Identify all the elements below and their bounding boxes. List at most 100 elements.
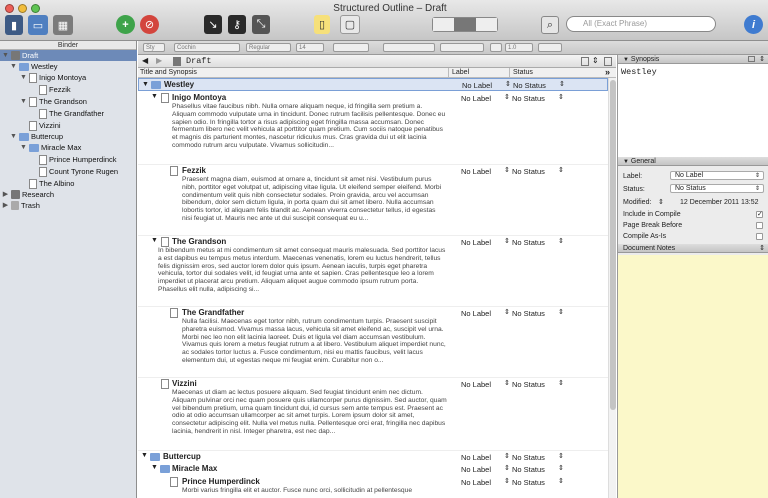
disclosure-triangle-icon[interactable]: ▼ bbox=[20, 72, 27, 83]
row-label-value[interactable]: No Label bbox=[461, 94, 491, 103]
document-notes-header[interactable]: Document Notes ⇕ bbox=[618, 244, 768, 253]
row-synopsis[interactable]: In bibendum metus at mi condimentum sit … bbox=[158, 247, 447, 294]
bold-italic-underline-buttons[interactable] bbox=[333, 43, 369, 52]
disclosure-triangle-icon[interactable]: ▼ bbox=[151, 237, 158, 244]
status-stepper-icon[interactable]: ⇕ bbox=[558, 308, 564, 316]
disclosure-triangle-icon[interactable]: ▼ bbox=[151, 93, 158, 100]
binder-item-research[interactable]: ▶ Research bbox=[2, 189, 54, 200]
row-label-value[interactable]: No Label bbox=[461, 453, 491, 462]
line-spacing-select[interactable]: 1.0 bbox=[505, 43, 533, 52]
font-size-select[interactable]: 14 bbox=[296, 43, 324, 52]
label-select[interactable]: No Label ⇕ bbox=[670, 171, 764, 180]
include-in-compile-checkbox[interactable]: ✓ bbox=[756, 211, 763, 218]
row-synopsis[interactable]: Nulla facilisi. Maecenas eget tortor nib… bbox=[182, 318, 447, 365]
general-header[interactable]: ▼ General bbox=[618, 157, 768, 166]
disclosure-triangle-icon[interactable]: ▼ bbox=[142, 81, 149, 88]
text-color-select[interactable] bbox=[440, 43, 484, 52]
corkboard-view-icon[interactable] bbox=[454, 18, 476, 31]
binder-item-the-grandfather[interactable]: The Grandfather bbox=[39, 108, 104, 119]
outline-row-miracle-max[interactable]: ▼ Miracle Max No Label ⇕ No Status ⇕ bbox=[138, 463, 608, 475]
status-stepper-icon[interactable]: ⇕ bbox=[559, 80, 565, 88]
composition-icon[interactable]: ▦ bbox=[53, 15, 73, 35]
minimize-window-button[interactable] bbox=[18, 4, 27, 13]
binder-item-miracle-max[interactable]: ▼ Miracle Max bbox=[20, 142, 81, 153]
row-label-value[interactable]: No Label bbox=[461, 238, 491, 247]
outline-view-icon[interactable] bbox=[475, 18, 497, 31]
binder-item-buttercup[interactable]: ▼ Buttercup bbox=[10, 131, 63, 142]
status-stepper-icon[interactable]: ⇕ bbox=[558, 166, 564, 174]
binder-item-vizzini[interactable]: Vizzini bbox=[29, 120, 61, 131]
synopsis-text-area[interactable]: Westley bbox=[618, 64, 768, 160]
binder-item-inigo-montoya[interactable]: ▼ Inigo Montoya bbox=[20, 72, 86, 83]
label-stepper-icon[interactable]: ⇕ bbox=[504, 464, 510, 472]
history-arrows-icon[interactable]: ⇕ bbox=[592, 56, 599, 65]
row-status-value[interactable]: No Status bbox=[512, 238, 545, 247]
row-synopsis[interactable]: Praesent magna diam, euismod at ornare a… bbox=[182, 176, 447, 223]
disclosure-triangle-icon[interactable]: ▼ bbox=[10, 131, 17, 142]
binder-toggle-icon[interactable]: ▮ bbox=[5, 15, 23, 35]
scrollbar-thumb[interactable] bbox=[610, 80, 616, 410]
binder-item-westley[interactable]: ▼ Westley bbox=[10, 61, 58, 72]
quick-reference-icon[interactable]: ↘ bbox=[204, 15, 222, 34]
row-label-value[interactable]: No Label bbox=[462, 81, 492, 90]
page-break-before-checkbox[interactable] bbox=[756, 222, 763, 229]
notes-icon[interactable]: ▯ bbox=[314, 15, 330, 34]
disclosure-triangle-icon[interactable]: ▼ bbox=[20, 142, 27, 153]
alignment-buttons[interactable] bbox=[383, 43, 435, 52]
delete-item-icon[interactable]: ⊘ bbox=[140, 15, 159, 34]
outline-row-the-grandfather[interactable]: The Grandfather Nulla facilisi. Maecenas… bbox=[138, 306, 608, 376]
inspector-icon[interactable]: i bbox=[744, 15, 763, 34]
row-label-value[interactable]: No Label bbox=[461, 465, 491, 474]
row-title[interactable]: Buttercup bbox=[163, 452, 201, 461]
status-stepper-icon[interactable]: ⇕ bbox=[558, 452, 564, 460]
row-label-value[interactable]: No Label bbox=[461, 167, 491, 176]
row-synopsis[interactable]: Maecenas ut diam ac lectus posuere aliqu… bbox=[172, 389, 447, 436]
outline-row-westley[interactable]: ▼ Westley No Label ⇕ No Status ⇕ bbox=[138, 78, 608, 91]
row-title[interactable]: The Grandson bbox=[172, 237, 226, 246]
list-select[interactable] bbox=[538, 43, 562, 52]
binder-item-the-albino[interactable]: The Albino bbox=[29, 178, 74, 189]
row-status-value[interactable]: No Status bbox=[512, 380, 545, 389]
style-select[interactable]: Sty bbox=[143, 43, 165, 52]
row-status-value[interactable]: No Status bbox=[512, 309, 545, 318]
status-stepper-icon[interactable]: ⇕ bbox=[558, 93, 564, 101]
row-status-value[interactable]: No Status bbox=[512, 478, 545, 487]
label-stepper-icon[interactable]: ⇕ bbox=[504, 452, 510, 460]
row-title[interactable]: The Grandfather bbox=[182, 308, 244, 317]
label-stepper-icon[interactable]: ⇕ bbox=[504, 477, 510, 485]
status-stepper-icon[interactable]: ⇕ bbox=[558, 477, 564, 485]
disclosure-triangle-icon[interactable]: ▶ bbox=[2, 189, 9, 200]
label-stepper-icon[interactable]: ⇕ bbox=[504, 379, 510, 387]
modified-date-toggle-icon[interactable]: ⇕ bbox=[658, 198, 664, 206]
disclosure-triangle-icon[interactable]: ▼ bbox=[10, 61, 17, 72]
column-header-label[interactable]: Label bbox=[448, 68, 469, 78]
synopsis-title[interactable]: Westley bbox=[621, 67, 657, 77]
binder-item-prince-humperdinck[interactable]: Prince Humperdinck bbox=[39, 154, 117, 165]
auto-generate-synopsis-icon[interactable]: ⇕ bbox=[759, 55, 765, 64]
status-select[interactable]: No Status ⇕ bbox=[670, 184, 764, 193]
disclosure-triangle-icon[interactable]: ▼ bbox=[623, 57, 629, 63]
row-label-value[interactable]: No Label bbox=[461, 309, 491, 318]
document-notes-area[interactable] bbox=[618, 255, 768, 498]
row-synopsis[interactable]: Phasellus vitae faucibus nibh. Nulla orn… bbox=[172, 103, 447, 150]
status-stepper-icon[interactable]: ⇕ bbox=[558, 237, 564, 245]
column-header-status[interactable]: Status bbox=[509, 68, 533, 78]
label-stepper-icon[interactable]: ⇕ bbox=[504, 237, 510, 245]
keywords-icon[interactable]: ⚷ bbox=[228, 15, 246, 34]
row-label-value[interactable]: No Label bbox=[461, 380, 491, 389]
disclosure-triangle-icon[interactable]: ▼ bbox=[151, 464, 158, 471]
outline-row-the-grandson[interactable]: ▼ The Grandson In bibendum metus at mi c… bbox=[138, 235, 608, 305]
row-status-value[interactable]: No Status bbox=[512, 94, 545, 103]
binder-item-draft[interactable]: ▼ Draft bbox=[0, 50, 137, 61]
label-stepper-icon[interactable]: ⇕ bbox=[505, 80, 511, 88]
font-weight-select[interactable]: Regular bbox=[246, 43, 291, 52]
binder-item-count-tyrone-rugen[interactable]: Count Tyrone Rugen bbox=[39, 166, 118, 177]
document-header-menu-icon[interactable] bbox=[581, 57, 589, 66]
disclosure-triangle-icon[interactable]: ▼ bbox=[20, 96, 27, 107]
row-status-value[interactable]: No Status bbox=[513, 81, 546, 90]
row-status-value[interactable]: No Status bbox=[512, 167, 545, 176]
add-item-icon[interactable]: + bbox=[116, 15, 135, 34]
collections-icon[interactable]: ▭ bbox=[28, 15, 48, 35]
back-arrow-icon[interactable]: ◀ bbox=[142, 56, 148, 65]
search-icon[interactable]: ⌕ bbox=[541, 16, 559, 34]
